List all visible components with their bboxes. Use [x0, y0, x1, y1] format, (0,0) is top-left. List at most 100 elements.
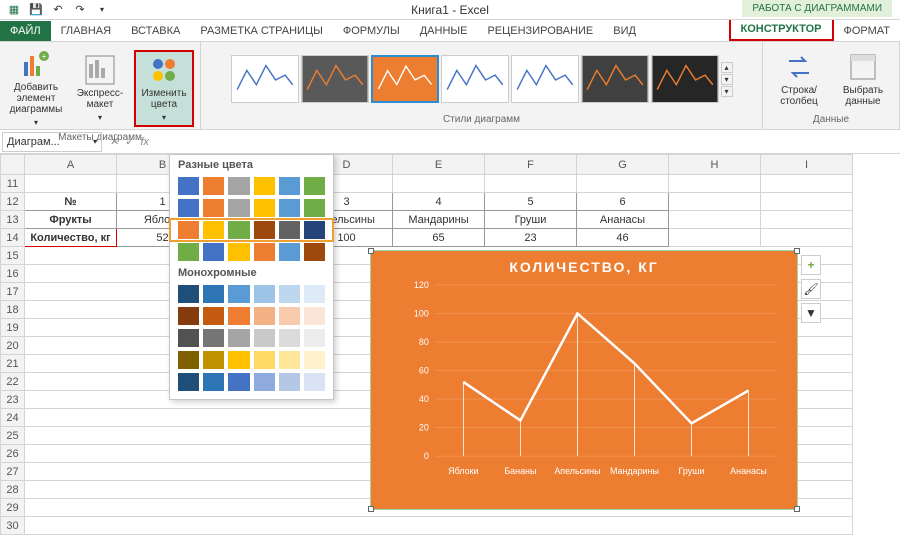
- row-header[interactable]: 11: [1, 175, 25, 193]
- color-swatch: [254, 351, 275, 369]
- qat-customize[interactable]: ▾: [94, 2, 110, 18]
- style-thumb-4[interactable]: [441, 55, 509, 103]
- tab-chart-format[interactable]: ФОРМАТ: [834, 21, 900, 41]
- row-header[interactable]: 12: [1, 193, 25, 211]
- color-scheme-option[interactable]: [170, 241, 333, 263]
- row-header[interactable]: 20: [1, 337, 25, 355]
- style-thumb-3[interactable]: [371, 55, 439, 103]
- gallery-scroll-down[interactable]: ▾: [721, 74, 733, 85]
- col-header[interactable]: H: [669, 155, 761, 175]
- quick-layout-button[interactable]: Экспресс-макет▾: [70, 52, 130, 125]
- row-header[interactable]: 25: [1, 427, 25, 445]
- color-scheme-option[interactable]: [170, 305, 333, 327]
- tab-data[interactable]: ДАННЫЕ: [410, 21, 478, 41]
- chart-brush-button[interactable]: 🖌: [801, 279, 821, 299]
- tab-review[interactable]: РЕЦЕНЗИРОВАНИЕ: [477, 21, 603, 41]
- style-thumb-2[interactable]: [301, 55, 369, 103]
- chart-title[interactable]: КОЛИЧЕСТВО, КГ: [371, 251, 797, 275]
- embedded-chart[interactable]: КОЛИЧЕСТВО, КГ 020406080100120ЯблокиБана…: [370, 250, 798, 510]
- row-header[interactable]: 13: [1, 211, 25, 229]
- undo-button[interactable]: ↶: [50, 2, 66, 18]
- cell[interactable]: 23: [485, 229, 577, 247]
- row-header[interactable]: 21: [1, 355, 25, 373]
- resize-handle[interactable]: [794, 248, 800, 254]
- color-scheme-option[interactable]: [170, 349, 333, 371]
- gallery-scroll-up[interactable]: ▴: [721, 62, 733, 73]
- tab-formulas[interactable]: ФОРМУЛЫ: [333, 21, 410, 41]
- fx-confirm-icon[interactable]: ✓: [125, 135, 134, 148]
- change-colors-button[interactable]: Изменить цвета▾: [134, 50, 194, 127]
- select-data-button[interactable]: Выбрать данные: [833, 49, 893, 109]
- row-header[interactable]: 22: [1, 373, 25, 391]
- row-header[interactable]: 17: [1, 283, 25, 301]
- add-element-icon: +: [20, 48, 52, 80]
- cell[interactable]: 4: [393, 193, 485, 211]
- add-chart-element-button[interactable]: + Добавить элемент диаграммы▾: [6, 46, 66, 130]
- row-header[interactable]: 29: [1, 499, 25, 517]
- resize-handle[interactable]: [794, 506, 800, 512]
- redo-button[interactable]: ↷: [72, 2, 88, 18]
- color-swatch: [228, 177, 249, 195]
- row-header[interactable]: 16: [1, 265, 25, 283]
- cell[interactable]: 5: [485, 193, 577, 211]
- color-swatch: [304, 199, 325, 217]
- cell[interactable]: №: [25, 193, 117, 211]
- chart-plus-button[interactable]: +: [801, 255, 821, 275]
- cell[interactable]: Фрукты: [25, 211, 117, 229]
- color-scheme-option[interactable]: [170, 327, 333, 349]
- row-header[interactable]: 18: [1, 301, 25, 319]
- resize-handle[interactable]: [368, 506, 374, 512]
- color-swatch: [304, 373, 325, 391]
- select-data-icon: [847, 51, 879, 83]
- col-header[interactable]: G: [577, 155, 669, 175]
- cell[interactable]: 6: [577, 193, 669, 211]
- col-header[interactable]: I: [761, 155, 853, 175]
- tab-file[interactable]: ФАЙЛ: [0, 21, 51, 41]
- cell[interactable]: 65: [393, 229, 485, 247]
- row-header[interactable]: 27: [1, 463, 25, 481]
- style-thumb-5[interactable]: [511, 55, 579, 103]
- row-header[interactable]: 14: [1, 229, 25, 247]
- select-all-corner[interactable]: [1, 155, 25, 175]
- switch-row-col-button[interactable]: Строка/ столбец: [769, 49, 829, 109]
- tab-view[interactable]: ВИД: [603, 21, 646, 41]
- col-header[interactable]: E: [393, 155, 485, 175]
- style-thumb-1[interactable]: [231, 55, 299, 103]
- tab-page-layout[interactable]: РАЗМЕТКА СТРАНИЦЫ: [190, 21, 332, 41]
- name-box-dropdown-icon[interactable]: ▾: [93, 137, 97, 146]
- tab-chart-design[interactable]: КОНСТРУКТОР: [729, 17, 834, 41]
- style-thumb-7[interactable]: [651, 55, 719, 103]
- cell[interactable]: 46: [577, 229, 669, 247]
- resize-handle[interactable]: [368, 248, 374, 254]
- color-swatch: [254, 221, 275, 239]
- gallery-more[interactable]: ▾: [721, 86, 733, 97]
- col-header[interactable]: F: [485, 155, 577, 175]
- color-swatch: [178, 221, 199, 239]
- cell[interactable]: Мандарины: [393, 211, 485, 229]
- chart-plot-area[interactable]: 020406080100120ЯблокиБананыАпельсиныМанд…: [401, 281, 787, 480]
- fx-cancel-icon[interactable]: ✕: [110, 135, 119, 148]
- row-header[interactable]: 24: [1, 409, 25, 427]
- tab-insert[interactable]: ВСТАВКА: [121, 21, 190, 41]
- color-scheme-option[interactable]: [170, 283, 333, 305]
- cell[interactable]: Груши: [485, 211, 577, 229]
- color-scheme-option[interactable]: [170, 371, 333, 393]
- row-header[interactable]: 26: [1, 445, 25, 463]
- color-scheme-option[interactable]: [170, 175, 333, 197]
- color-scheme-option[interactable]: [170, 219, 333, 241]
- fx-icon[interactable]: fx: [140, 136, 149, 148]
- style-thumb-6[interactable]: [581, 55, 649, 103]
- row-header[interactable]: 30: [1, 517, 25, 535]
- color-scheme-option[interactable]: [170, 197, 333, 219]
- col-header[interactable]: A: [25, 155, 117, 175]
- row-header[interactable]: 15: [1, 247, 25, 265]
- save-button[interactable]: 💾: [28, 2, 44, 18]
- name-box[interactable]: Диаграм... ▾: [2, 132, 102, 152]
- row-header[interactable]: 19: [1, 319, 25, 337]
- row-header[interactable]: 23: [1, 391, 25, 409]
- cell[interactable]: Ананасы: [577, 211, 669, 229]
- cell[interactable]: Количество, кг: [25, 229, 117, 247]
- chart-filter-button[interactable]: ▼: [801, 303, 821, 323]
- row-header[interactable]: 28: [1, 481, 25, 499]
- tab-home[interactable]: ГЛАВНАЯ: [51, 21, 121, 41]
